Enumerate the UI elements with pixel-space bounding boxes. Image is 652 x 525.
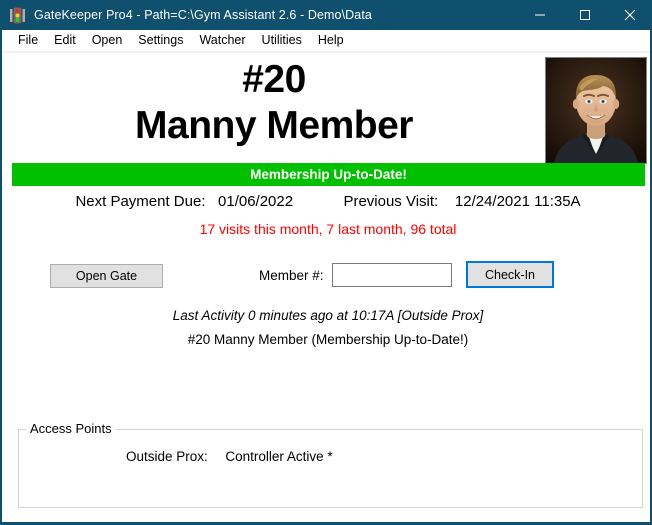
- menu-item-settings[interactable]: Settings: [130, 32, 191, 49]
- member-name-heading: Manny Member: [135, 104, 413, 147]
- toolbar-divider: [2, 51, 650, 53]
- access-points-group-title: Access Points: [26, 421, 116, 436]
- title-bar: GateKeeper Pro4 - Path=C:\Gym Assistant …: [0, 0, 652, 30]
- member-number-input[interactable]: [332, 263, 452, 287]
- access-point-status: Controller Active *: [225, 449, 333, 464]
- close-icon[interactable]: [607, 0, 652, 30]
- next-payment-label: Next Payment Due:: [75, 193, 206, 210]
- menu-item-file[interactable]: File: [10, 32, 46, 49]
- member-id-heading: #20: [242, 58, 306, 101]
- maximize-icon[interactable]: [562, 0, 607, 30]
- activity-detail-text: #20 Manny Member (Membership Up-to-Date!…: [187, 332, 469, 347]
- menu-item-edit[interactable]: Edit: [46, 32, 84, 49]
- member-number-label: Member #:: [259, 268, 324, 283]
- payment-visit-row: Next Payment Due: 01/06/2022 Previous Vi…: [10, 193, 646, 210]
- member-photo: [545, 57, 647, 164]
- menu-item-utilities[interactable]: Utilities: [254, 32, 310, 49]
- last-activity-text: Last Activity 0 minutes ago at 10:17A [O…: [172, 308, 484, 323]
- access-point-row: Outside Prox: Controller Active *: [126, 449, 333, 464]
- menu-bar: File Edit Open Settings Watcher Utilitie…: [2, 30, 650, 51]
- status-badge-label: Membership Up-to-Date!: [250, 167, 407, 182]
- traffic-light-icon: [9, 6, 26, 24]
- open-gate-button[interactable]: Open Gate: [50, 264, 163, 288]
- menu-item-open[interactable]: Open: [84, 32, 131, 49]
- next-payment-value: 01/06/2022: [218, 193, 294, 210]
- window-controls: [517, 0, 652, 30]
- main-content: #20 Manny Member Membership Up-to-Date! …: [2, 51, 650, 522]
- visits-summary: 17 visits this month, 7 last month, 96 t…: [199, 221, 457, 237]
- menu-item-help[interactable]: Help: [310, 32, 352, 49]
- menu-item-watcher[interactable]: Watcher: [191, 32, 253, 49]
- window-title: GateKeeper Pro4 - Path=C:\Gym Assistant …: [34, 8, 372, 22]
- access-point-name: Outside Prox:: [126, 449, 208, 464]
- status-badge: Membership Up-to-Date!: [12, 163, 645, 186]
- gatekeeper-window: GateKeeper Pro4 - Path=C:\Gym Assistant …: [0, 0, 652, 525]
- previous-visit-value: 12/24/2021 11:35A: [454, 193, 581, 210]
- previous-visit-label: Previous Visit:: [343, 193, 439, 210]
- access-points-group: [18, 429, 643, 508]
- minimize-icon[interactable]: [517, 0, 562, 30]
- check-in-button[interactable]: Check-In: [466, 261, 554, 288]
